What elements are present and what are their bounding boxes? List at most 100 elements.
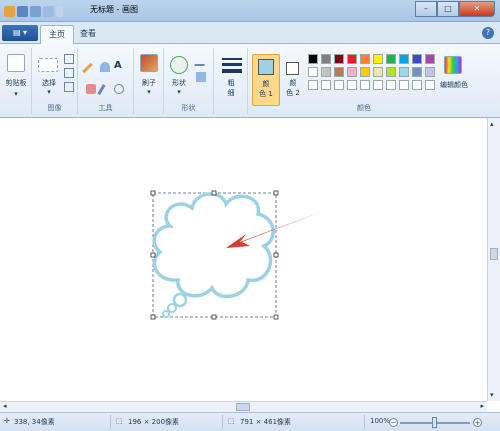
title-bar: 无标题 - 画图 – □ ✕ — [0, 0, 500, 22]
paste-dropdown-icon[interactable]: ▾ — [2, 90, 30, 98]
palette-swatch[interactable] — [334, 54, 344, 64]
eraser-icon[interactable] — [86, 84, 96, 94]
palette-swatch[interactable] — [412, 54, 422, 64]
palette-swatch[interactable] — [425, 54, 435, 64]
palette-empty-swatch[interactable] — [321, 80, 331, 90]
palette-empty-swatch[interactable] — [360, 80, 370, 90]
selection-handle[interactable] — [150, 252, 156, 258]
scroll-left-icon[interactable]: ◂ — [3, 402, 7, 410]
palette-swatch[interactable] — [334, 67, 344, 77]
paste-icon[interactable] — [7, 54, 25, 72]
palette-swatch[interactable] — [308, 67, 318, 77]
paste-button-label[interactable]: 剪贴板 — [2, 78, 30, 88]
size-group: 粗 细 — [214, 48, 248, 114]
crop-icon[interactable] — [64, 54, 74, 64]
selection-handle[interactable] — [150, 190, 156, 196]
palette-empty-swatch[interactable] — [308, 80, 318, 90]
fill-style-icon[interactable] — [196, 72, 206, 82]
redo-icon[interactable] — [43, 5, 54, 17]
save-icon[interactable] — [17, 5, 28, 17]
color1-swatch — [258, 59, 274, 75]
tab-home[interactable]: 主页 — [40, 25, 74, 44]
fill-icon[interactable] — [100, 62, 110, 72]
size-label-top[interactable]: 粗 — [217, 78, 245, 88]
size-label-bottom[interactable]: 细 — [217, 88, 245, 98]
color2-selector[interactable]: 颜 色 2 — [282, 54, 304, 106]
help-icon[interactable]: ? — [482, 27, 494, 39]
palette-swatch[interactable] — [386, 67, 396, 77]
zoom-in-button[interactable]: + — [473, 418, 482, 427]
color-picker-icon[interactable] — [97, 83, 106, 96]
rotate-icon[interactable] — [64, 82, 74, 92]
canvas-size: 791 × 461像素 — [240, 418, 292, 426]
palette-swatch[interactable] — [373, 54, 383, 64]
palette-swatch[interactable] — [321, 67, 331, 77]
line-size-icon[interactable] — [222, 69, 242, 73]
palette-swatch[interactable] — [360, 67, 370, 77]
selection-handle[interactable] — [211, 190, 217, 196]
outline-icon[interactable] — [194, 56, 208, 66]
pencil-icon[interactable] — [82, 62, 93, 74]
palette-empty-swatch[interactable] — [347, 80, 357, 90]
text-tool-icon[interactable]: A — [114, 60, 122, 71]
select-dropdown-icon[interactable]: ▾ — [35, 88, 63, 96]
brush-icon[interactable] — [140, 54, 158, 72]
color1-selector[interactable]: 颜 色 1 — [252, 54, 280, 106]
selection-handle[interactable] — [150, 314, 156, 320]
paint-app-icon[interactable] — [4, 5, 15, 17]
edit-colors-icon[interactable] — [444, 56, 462, 74]
shapes-group: 形状 ▾ 形状 — [164, 48, 214, 114]
brushes-dropdown-icon[interactable]: ▾ — [135, 88, 163, 96]
selection-handle[interactable] — [273, 190, 279, 196]
select-button-label[interactable]: 选择 — [35, 78, 63, 88]
palette-swatch[interactable] — [399, 67, 409, 77]
palette-empty-swatch[interactable] — [373, 80, 383, 90]
minimize-button[interactable]: – — [415, 1, 437, 17]
palette-swatch[interactable] — [347, 54, 357, 64]
vertical-scroll-thumb[interactable] — [490, 248, 498, 260]
drawing-canvas[interactable] — [0, 118, 487, 401]
palette-swatch[interactable] — [399, 54, 409, 64]
select-icon[interactable] — [38, 58, 58, 72]
shapes-icon[interactable] — [170, 56, 188, 74]
undo-icon[interactable] — [30, 5, 41, 17]
close-button[interactable]: ✕ — [459, 1, 495, 17]
horizontal-scrollbar[interactable]: ◂ ▸ — [0, 401, 487, 412]
resize-icon[interactable] — [64, 68, 74, 78]
palette-swatch[interactable] — [412, 67, 422, 77]
palette-swatch[interactable] — [373, 67, 383, 77]
shapes-dropdown-icon[interactable]: ▾ — [164, 88, 194, 96]
scroll-down-icon[interactable]: ▾ — [490, 391, 494, 399]
selection-handle[interactable] — [211, 314, 217, 320]
palette-swatch[interactable] — [360, 54, 370, 64]
palette-swatch[interactable] — [321, 54, 331, 64]
magnifier-icon[interactable] — [114, 84, 124, 94]
palette-swatch[interactable] — [308, 54, 318, 64]
file-menu-button[interactable]: ▤ ▾ — [2, 25, 38, 41]
selection-handle[interactable] — [273, 252, 279, 258]
customize-dropdown-icon[interactable] — [56, 5, 63, 17]
window-title: 无标题 - 画图 — [90, 5, 138, 14]
quick-access-toolbar — [4, 4, 65, 18]
palette-empty-swatch[interactable] — [386, 80, 396, 90]
scroll-right-icon[interactable]: ▸ — [480, 402, 484, 410]
palette-swatch[interactable] — [386, 54, 396, 64]
edit-colors-button[interactable]: 编辑颜色 — [434, 80, 474, 90]
maximize-button[interactable]: □ — [437, 1, 459, 17]
zoom-out-button[interactable]: − — [389, 418, 398, 427]
shapes-button-label[interactable]: 形状 — [164, 78, 194, 88]
tab-view[interactable]: 查看 — [72, 25, 104, 44]
zoom-slider-thumb[interactable] — [432, 417, 437, 428]
selection-handle[interactable] — [273, 314, 279, 320]
horizontal-scroll-thumb[interactable] — [236, 403, 250, 411]
palette-swatch[interactable] — [425, 67, 435, 77]
scroll-up-icon[interactable]: ▴ — [490, 120, 494, 128]
vertical-scrollbar[interactable]: ▴ ▾ — [487, 118, 500, 401]
palette-swatch[interactable] — [347, 67, 357, 77]
brushes-button-label[interactable]: 刷子 — [135, 78, 163, 88]
palette-empty-swatch[interactable] — [399, 80, 409, 90]
palette-empty-swatch[interactable] — [334, 80, 344, 90]
palette-empty-swatch[interactable] — [412, 80, 422, 90]
thought-bubble-cloud — [152, 192, 275, 299]
canvas-area[interactable] — [0, 118, 487, 401]
